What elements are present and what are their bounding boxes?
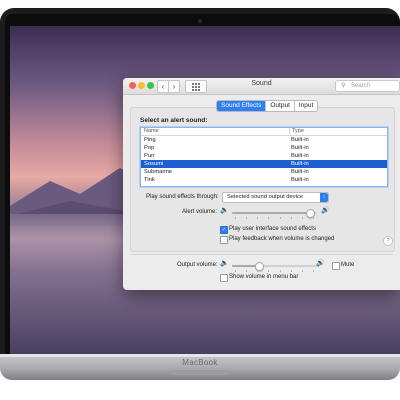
tab-input[interactable]: Input: [295, 101, 317, 111]
output-volume-slider[interactable]: [232, 261, 317, 273]
show-volume-label: Show volume in menu bar: [229, 274, 299, 280]
ui-sound-effects-label: Play user interface sound effects: [229, 226, 316, 232]
table-row[interactable]: Ping Built-in: [141, 136, 387, 144]
slider-tick: [257, 217, 258, 219]
table-header: Name Type: [141, 128, 387, 136]
play-through-label: Play sound effects through:: [146, 194, 219, 200]
sound-name: Ping: [144, 137, 156, 143]
slider-tick: [235, 217, 236, 219]
mute-checkbox[interactable]: [332, 262, 340, 270]
alert-sounds-table[interactable]: Name Type Ping Built-in Pop Built-in Pur…: [140, 127, 388, 187]
sound-name: Sosumi: [144, 161, 164, 167]
play-through-value: Selected sound output device: [227, 194, 304, 200]
slider-tick: [313, 270, 314, 272]
slider-tick: [246, 217, 247, 219]
play-through-select[interactable]: Selected sound output device ↕: [222, 192, 329, 203]
slider-tick: [280, 270, 281, 272]
speaker-low-icon: 🔈: [220, 207, 229, 214]
laptop-base-lip: [0, 354, 400, 357]
sound-type: Built-in: [291, 177, 309, 183]
slider-tick: [291, 217, 292, 219]
column-header-type[interactable]: Type: [289, 128, 304, 135]
slider-ticks: [232, 270, 317, 273]
slider-fill: [232, 212, 309, 214]
sound-type: Built-in: [291, 169, 309, 175]
sound-type: Built-in: [291, 137, 309, 143]
feedback-checkbox[interactable]: [220, 236, 228, 244]
slider-tick: [235, 270, 236, 272]
sound-name: Submarine: [144, 169, 173, 175]
search-icon: ⚲: [341, 83, 346, 89]
slider-ticks: [232, 217, 317, 220]
show-volume-checkbox[interactable]: [220, 274, 228, 282]
table-row[interactable]: Pop Built-in: [141, 144, 387, 152]
opening-notch: [170, 370, 230, 375]
output-volume-label: Output volume:: [177, 262, 218, 268]
speaker-high-icon: 🔊: [316, 260, 325, 267]
alert-sound-heading: Select an alert sound:: [140, 117, 208, 124]
column-header-name[interactable]: Name: [144, 128, 159, 135]
sound-preferences-window: ‹ › Sound ⚲ Search Sound Effects Output …: [123, 78, 400, 290]
sound-name: Pop: [144, 145, 155, 151]
mute-label: Mute: [341, 262, 355, 268]
slider-tick: [246, 270, 247, 272]
tab-sound-effects[interactable]: Sound Effects: [217, 101, 267, 111]
slider-tick: [280, 217, 281, 219]
section-divider: [130, 254, 393, 255]
alert-volume-label: Alert volume:: [182, 209, 218, 215]
speaker-high-icon: 🔊: [321, 207, 330, 214]
table-row[interactable]: Purr Built-in: [141, 152, 387, 160]
sound-type: Built-in: [291, 161, 309, 167]
speaker-low-icon: 🔈: [220, 260, 229, 267]
slider-tick: [313, 217, 314, 219]
camera-icon: [198, 19, 202, 23]
feedback-label: Play feedback when volume is changed: [229, 236, 335, 242]
sound-type: Built-in: [291, 153, 309, 159]
sound-type: Built-in: [291, 145, 309, 151]
slider-tick: [268, 270, 269, 272]
title-bar[interactable]: ‹ › Sound ⚲ Search: [123, 78, 400, 95]
table-row-selected[interactable]: Sosumi Built-in: [141, 160, 387, 168]
table-row[interactable]: Tink Built-in: [141, 176, 387, 184]
sound-name: Tink: [144, 177, 155, 183]
chevron-up-down-icon: ↕: [320, 193, 328, 202]
table-row[interactable]: Submarine Built-in: [141, 168, 387, 176]
device-label: MacBook: [182, 358, 218, 367]
slider-tick: [302, 270, 303, 272]
search-field[interactable]: ⚲ Search: [335, 80, 400, 92]
tab-bar: Sound Effects Output Input: [216, 100, 319, 112]
ui-sound-effects-checkbox[interactable]: ✓: [220, 226, 228, 234]
tab-output[interactable]: Output: [266, 101, 295, 111]
slider-tick: [268, 217, 269, 219]
sound-name: Purr: [144, 153, 155, 159]
search-placeholder: Search: [351, 83, 371, 89]
slider-tick: [291, 270, 292, 272]
alert-volume-slider[interactable]: [232, 208, 317, 220]
slider-tick: [302, 217, 303, 219]
slider-tick: [257, 270, 258, 272]
help-button[interactable]: ?: [383, 236, 393, 246]
